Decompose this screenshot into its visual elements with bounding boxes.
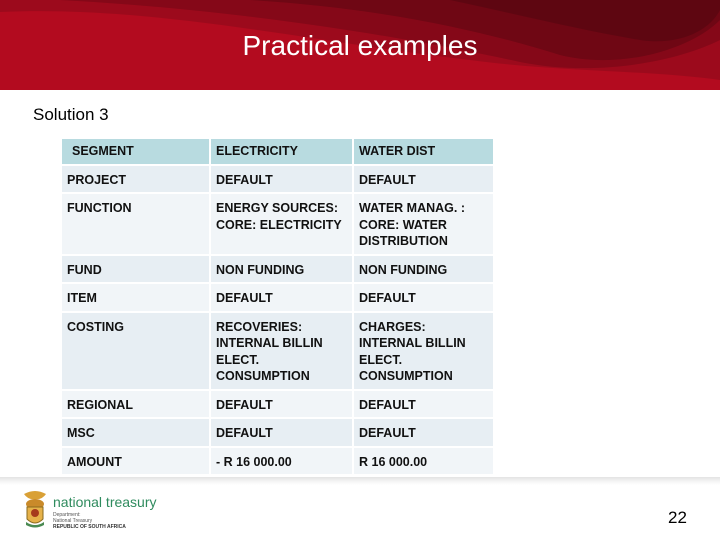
- table-row: FUNCTION ENERGY SOURCES: CORE: ELECTRICI…: [62, 194, 493, 254]
- table-cell: DEFAULT: [354, 284, 493, 311]
- table-row: FUND NON FUNDING NON FUNDING: [62, 255, 493, 282]
- section-subtitle: Solution 3: [33, 105, 109, 124]
- table-row: MSC DEFAULT DEFAULT: [62, 419, 493, 446]
- title-banner: Practical examples: [0, 0, 720, 90]
- table-cell: DEFAULT: [354, 165, 493, 192]
- table-cell: ENERGY SOURCES: CORE: ELECTRICITY: [211, 194, 352, 254]
- table-row: ITEM DEFAULT DEFAULT: [62, 284, 493, 311]
- table-cell: MSC: [62, 419, 209, 446]
- table-cell: - R 16 000.00: [211, 447, 352, 474]
- table-cell: FUND: [62, 255, 209, 282]
- table-cell: FUNCTION: [62, 194, 209, 254]
- table-cell: WATER MANAG. : CORE: WATER DISTRIBUTION: [354, 194, 493, 254]
- page-number: 22: [668, 508, 687, 527]
- table-cell: AMOUNT: [62, 447, 209, 474]
- table-header-cell: WATER DIST: [354, 139, 493, 164]
- table-cell: DEFAULT: [211, 284, 352, 311]
- table-cell: COSTING: [62, 312, 209, 389]
- table-cell: PROJECT: [62, 165, 209, 192]
- table-cell: RECOVERIES: INTERNAL BILLIN ELECT. CONSU…: [211, 312, 352, 389]
- table-row: AMOUNT - R 16 000.00 R 16 000.00: [62, 447, 493, 474]
- table-row: PROJECT DEFAULT DEFAULT: [62, 165, 493, 192]
- table-header-row: SEGMENT ELECTRICITY WATER DIST: [62, 139, 493, 164]
- page-title: Practical examples: [242, 30, 478, 61]
- table-cell: CHARGES: INTERNAL BILLIN ELECT. CONSUMPT…: [354, 312, 493, 389]
- table-cell: REGIONAL: [62, 390, 209, 417]
- table-cell: DEFAULT: [211, 419, 352, 446]
- table-cell: DEFAULT: [354, 390, 493, 417]
- table-cell: ITEM: [62, 284, 209, 311]
- logo-sub-line: REPUBLIC OF SOUTH AFRICA: [53, 524, 126, 530]
- table-cell: NON FUNDING: [211, 255, 352, 282]
- table-cell: DEFAULT: [211, 165, 352, 192]
- footer-divider: [0, 477, 720, 485]
- table-cell: NON FUNDING: [354, 255, 493, 282]
- table-cell: R 16 000.00: [354, 447, 493, 474]
- segment-table: SEGMENT ELECTRICITY WATER DIST PROJECT D…: [60, 137, 495, 476]
- logo-subtitle: Department: National Treasury REPUBLIC O…: [53, 512, 126, 530]
- logo-name: national treasury: [53, 494, 157, 510]
- table-cell: DEFAULT: [354, 419, 493, 446]
- table-header-cell: ELECTRICITY: [211, 139, 352, 164]
- table-header-cell: SEGMENT: [62, 139, 209, 164]
- table-cell: DEFAULT: [211, 390, 352, 417]
- table-row: COSTING RECOVERIES: INTERNAL BILLIN ELEC…: [62, 312, 493, 389]
- table-row: REGIONAL DEFAULT DEFAULT: [62, 390, 493, 417]
- coat-of-arms-icon: [20, 490, 50, 535]
